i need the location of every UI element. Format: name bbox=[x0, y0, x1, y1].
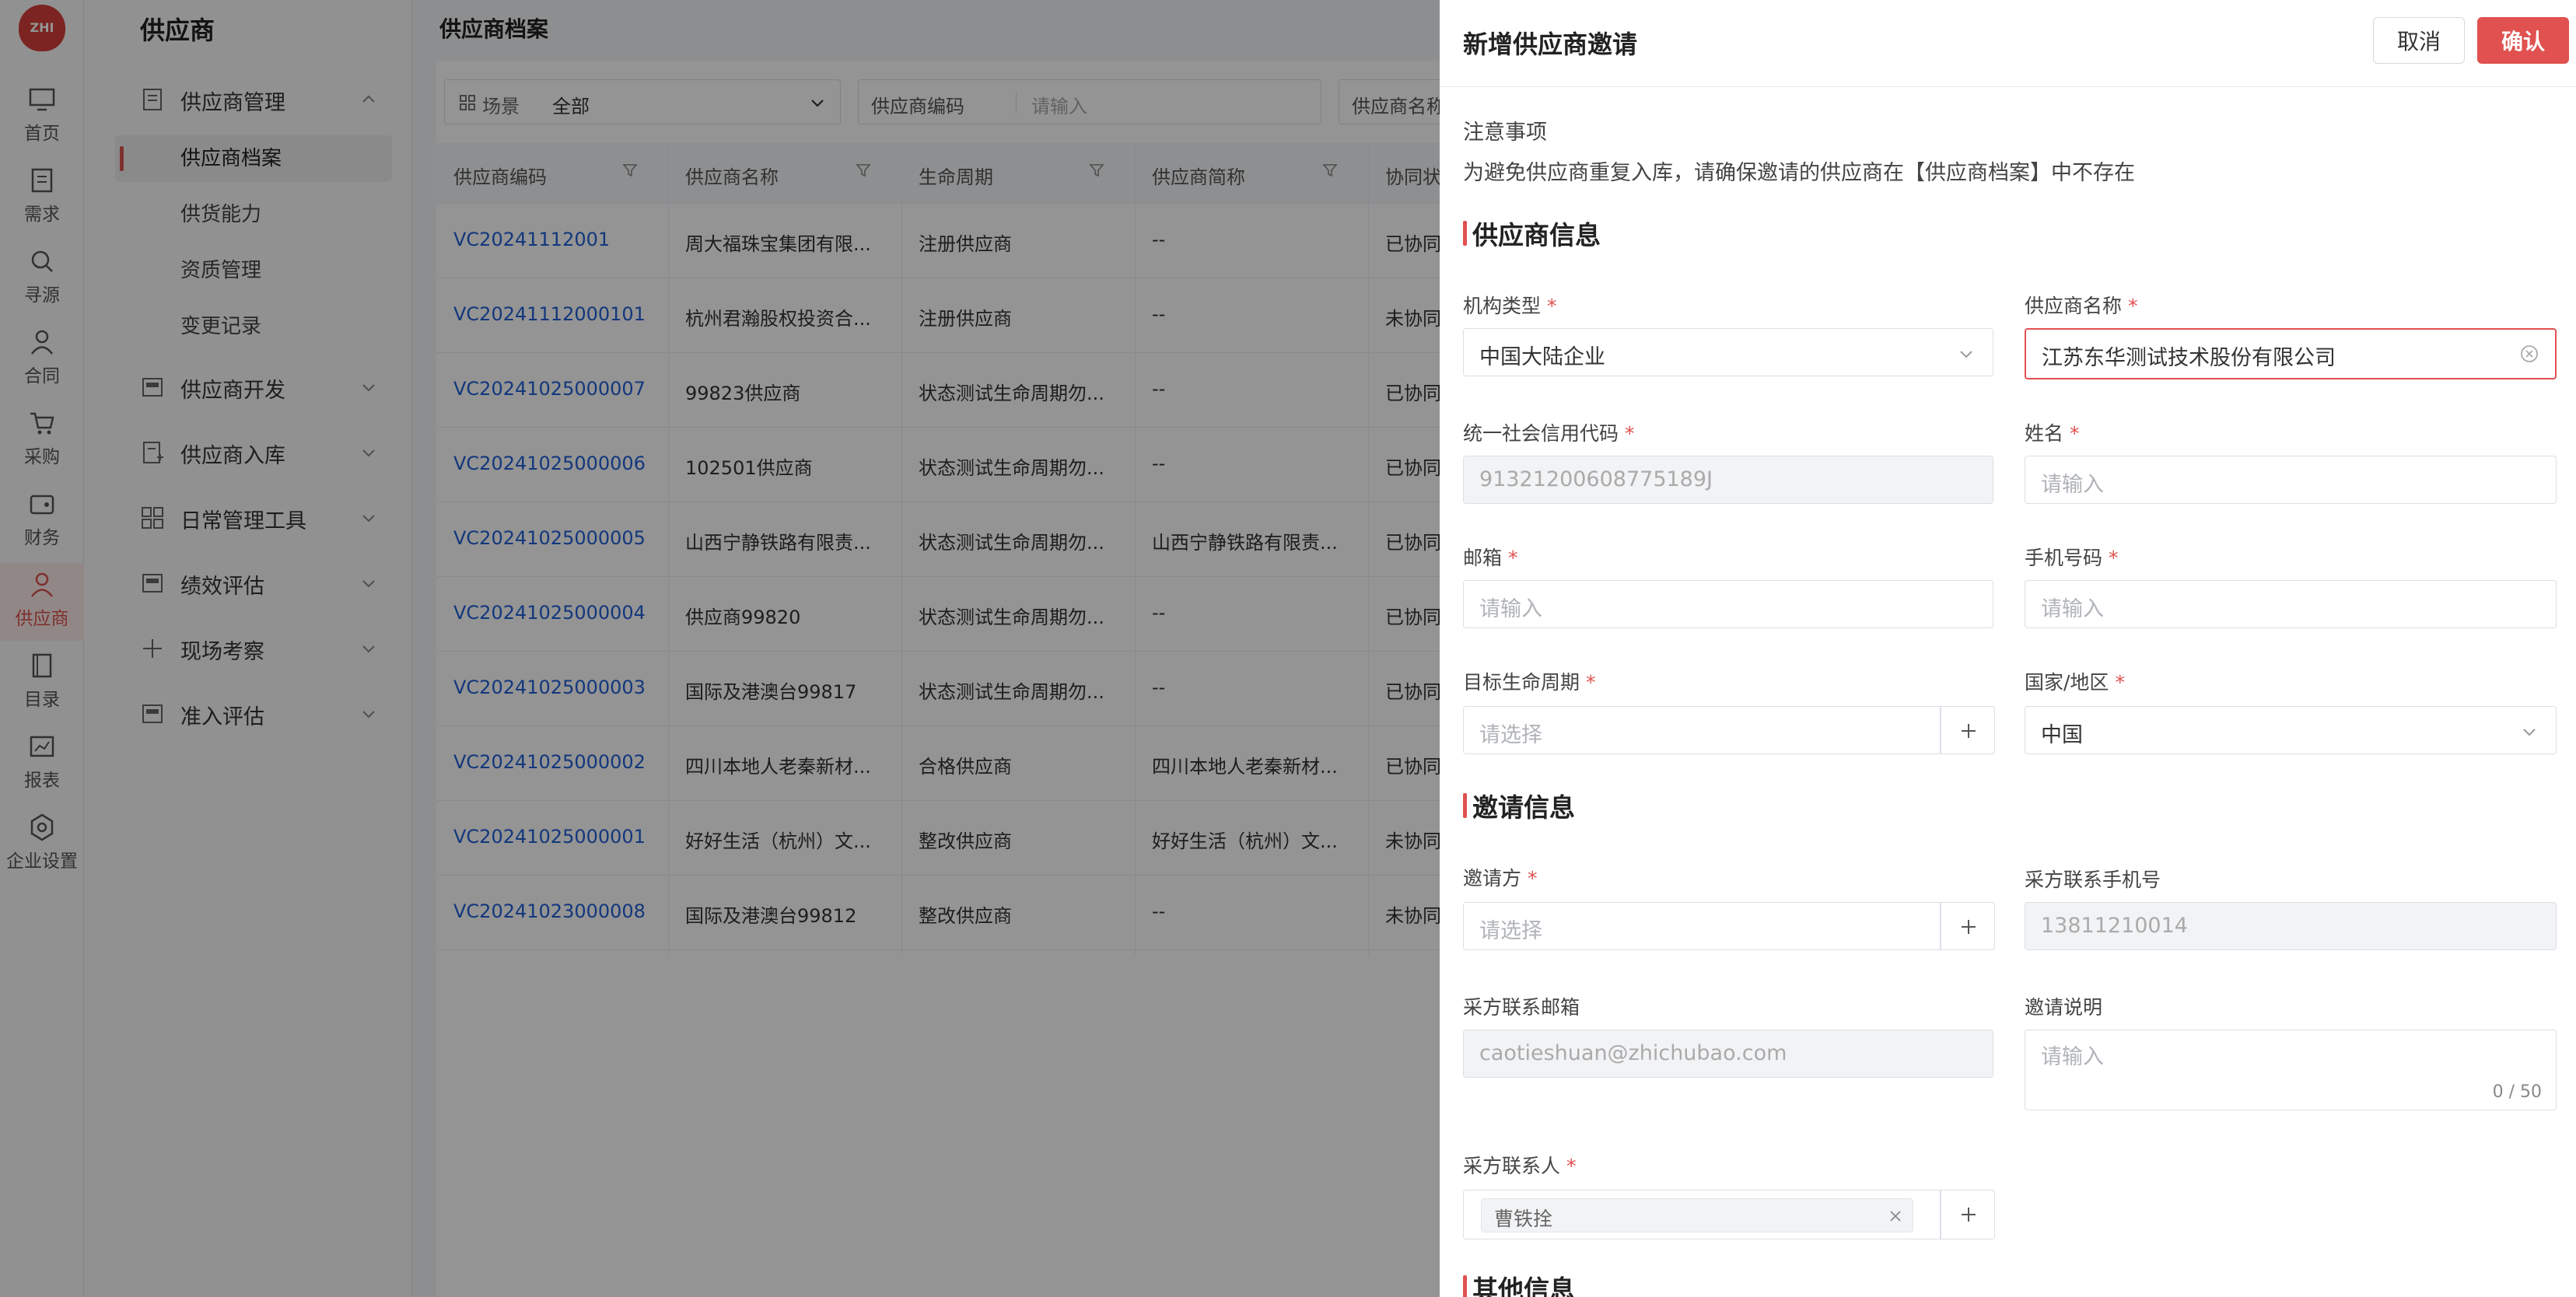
buyer-email-label: 采方联系邮箱 bbox=[1463, 996, 1580, 1019]
name-input[interactable]: 请输入 bbox=[2025, 456, 2557, 504]
inviter-label: 邀请方 * bbox=[1463, 867, 1538, 890]
name-label: 姓名 * bbox=[2025, 422, 2080, 445]
buyer-phone-input[interactable]: 13811210014 bbox=[2025, 902, 2557, 950]
drawer-title: 新增供应商邀请 bbox=[1463, 30, 1638, 59]
supplier-name-input[interactable]: 江苏东华测试技术股份有限公司 bbox=[2025, 328, 2557, 379]
plus-icon bbox=[1962, 920, 1976, 934]
contact-tag: 曹铁拴 bbox=[1481, 1198, 1913, 1232]
buyer-email-value: caotieshuan@zhichubao.com bbox=[1479, 1041, 1787, 1065]
notice-title: 注意事项 bbox=[1463, 121, 1547, 145]
section-supplier-info: 供应商信息 bbox=[1463, 215, 1601, 252]
modal-overlay[interactable] bbox=[0, 0, 1440, 1297]
lifecycle-placeholder: 请选择 bbox=[1479, 723, 1542, 747]
invite-note-textarea[interactable]: 请输入 0 / 50 bbox=[2025, 1030, 2557, 1110]
drawer-header: 新增供应商邀请 取消 确认 bbox=[1440, 0, 2576, 87]
phone-placeholder: 请输入 bbox=[2041, 597, 2104, 621]
lifecycle-select[interactable]: 请选择 bbox=[1463, 706, 1941, 754]
email-placeholder: 请输入 bbox=[1479, 597, 1542, 621]
close-icon[interactable] bbox=[1888, 1208, 1903, 1224]
plus-icon bbox=[1962, 724, 1976, 738]
credit-code-value: 91321200608775189J bbox=[1479, 467, 1713, 491]
section-other-info: 其他信息 bbox=[1463, 1269, 1575, 1297]
invite-supplier-drawer: 新增供应商邀请 取消 确认 注意事项 为避免供应商重复入库，请确保邀请的供应商在… bbox=[1440, 0, 2576, 1297]
invite-note-placeholder: 请输入 bbox=[2041, 1045, 2104, 1069]
invite-note-label: 邀请说明 bbox=[2025, 996, 2103, 1019]
cancel-button[interactable]: 取消 bbox=[2373, 17, 2465, 64]
inviter-select[interactable]: 请选择 bbox=[1463, 902, 1941, 950]
buyer-phone-label: 采方联系手机号 bbox=[2025, 869, 2161, 891]
buyer-contact-select[interactable]: 曹铁拴 bbox=[1463, 1190, 1941, 1239]
add-lifecycle-button[interactable] bbox=[1941, 706, 1995, 754]
char-counter: 0 / 50 bbox=[2492, 1082, 2542, 1102]
notice-text: 为避免供应商重复入库，请确保邀请的供应商在【供应商档案】中不存在 bbox=[1463, 161, 2135, 185]
chevron-down-icon bbox=[1960, 351, 1972, 358]
plus-icon bbox=[1962, 1208, 1976, 1222]
buyer-contact-label: 采方联系人 * bbox=[1463, 1155, 1577, 1177]
credit-code-label: 统一社会信用代码 * bbox=[1463, 422, 1635, 445]
confirm-button[interactable]: 确认 bbox=[2477, 17, 2569, 64]
phone-input[interactable]: 请输入 bbox=[2025, 580, 2557, 628]
org-type-value: 中国大陆企业 bbox=[1479, 345, 1605, 369]
lifecycle-label: 目标生命周期 * bbox=[1463, 671, 1596, 694]
phone-label: 手机号码 * bbox=[2025, 547, 2119, 569]
inviter-placeholder: 请选择 bbox=[1479, 919, 1542, 943]
country-select[interactable]: 中国 bbox=[2025, 706, 2557, 754]
country-label: 国家/地区 * bbox=[2025, 671, 2125, 694]
name-placeholder: 请输入 bbox=[2041, 473, 2104, 497]
chevron-down-icon bbox=[2523, 729, 2536, 736]
supplier-name-value: 江苏东华测试技术股份有限公司 bbox=[2042, 346, 2336, 370]
buyer-email-input[interactable]: caotieshuan@zhichubao.com bbox=[1463, 1030, 1993, 1078]
org-type-select[interactable]: 中国大陆企业 bbox=[1463, 328, 1993, 376]
add-contact-button[interactable] bbox=[1941, 1190, 1995, 1239]
add-inviter-button[interactable] bbox=[1941, 902, 1995, 950]
supplier-name-label: 供应商名称 * bbox=[2025, 295, 2138, 317]
buyer-phone-value: 13811210014 bbox=[2041, 914, 2188, 938]
org-type-label: 机构类型 * bbox=[1463, 295, 1557, 317]
clear-icon[interactable] bbox=[2519, 344, 2539, 364]
contact-tag-label: 曹铁拴 bbox=[1494, 1208, 1553, 1230]
credit-code-input[interactable]: 91321200608775189J bbox=[1463, 456, 1993, 504]
country-value: 中国 bbox=[2041, 723, 2083, 747]
email-label: 邮箱 * bbox=[1463, 547, 1518, 569]
section-invite-info: 邀请信息 bbox=[1463, 787, 1575, 824]
email-input[interactable]: 请输入 bbox=[1463, 580, 1993, 628]
